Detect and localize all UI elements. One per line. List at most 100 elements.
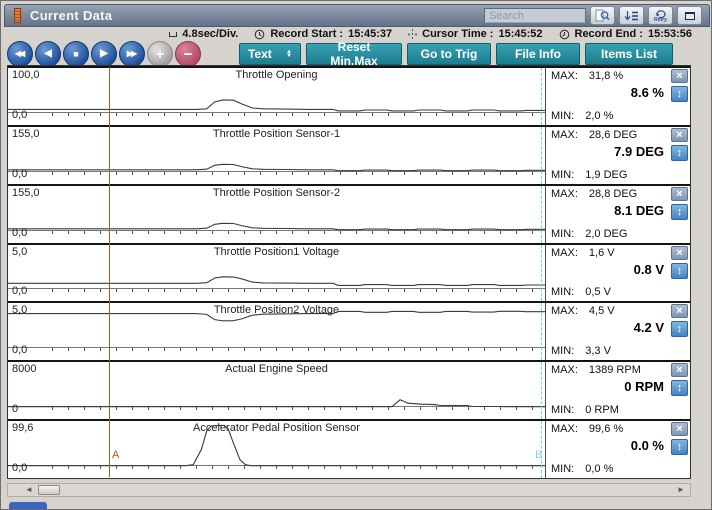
waveform-line [8, 127, 545, 184]
scale-max-label: 5,0 [12, 304, 27, 316]
current-value: 8.6 % [631, 85, 664, 100]
file-info-button[interactable]: File Info [496, 43, 580, 65]
waveform-plot[interactable]: 99,6 Accelerator Pedal Position Sensor 0… [8, 421, 545, 478]
stop-icon: ■ [73, 50, 78, 59]
scale-max-label: 155,0 [12, 187, 40, 199]
scale-max-label: 155,0 [12, 128, 40, 140]
retry-button[interactable]: Retry [648, 6, 673, 25]
close-channel-button[interactable]: × [671, 246, 688, 260]
play-icon: ▶ [100, 49, 108, 59]
max-value: 28,8 DEG [589, 188, 637, 200]
scale-max-label: 99,6 [12, 422, 33, 434]
scale-updown-button[interactable]: ↕ [671, 86, 688, 102]
go-to-trig-button[interactable]: Go to Trig [407, 43, 491, 65]
scale-min-label: 0,0 [12, 344, 27, 356]
min-value: 3,3 V [585, 345, 611, 357]
item-list-button[interactable] [619, 6, 644, 25]
channel-row: 155,0 Throttle Position Sensor-2 0,0 MAX… [8, 184, 690, 243]
display-mode-label: Text [248, 47, 272, 61]
stop-button[interactable]: ■ [63, 41, 89, 67]
channel-stats-panel: MAX: 1389 RPM 0 RPM MIN: 0 RPM × ↕ [545, 362, 690, 419]
window-title: Current Data [30, 8, 112, 23]
waveform-plot[interactable]: 5,0 Throttle Position1 Voltage 0,0 [8, 245, 545, 302]
channel-stats-panel: MAX: 28,8 DEG 8.1 DEG MIN: 2,0 DEG × ↕ [545, 186, 690, 243]
cursor-b-line[interactable] [541, 362, 542, 419]
channel-stats-panel: MAX: 1,6 V 0.8 V MIN: 0,5 V × ↕ [545, 245, 690, 302]
step-back-button[interactable]: ◀ [35, 41, 61, 67]
horizontal-scrollbar[interactable]: ◄ ► [7, 483, 691, 497]
maximize-icon [685, 12, 695, 20]
waveform-plot[interactable]: 100,0 Throttle Opening 0,0 [8, 68, 545, 125]
close-channel-button[interactable]: × [671, 128, 688, 142]
max-label: MAX: [551, 70, 578, 82]
waveform-line [8, 303, 545, 360]
search-button[interactable] [590, 6, 615, 25]
scale-max-label: 5,0 [12, 246, 27, 258]
cursor-b-line[interactable] [541, 245, 542, 302]
channel-stats-panel: MAX: 99,6 % 0.0 % MIN: 0,0 % × ↕ [545, 421, 690, 478]
waveform-line [8, 68, 545, 125]
scale-max-label: 100,0 [12, 69, 40, 81]
spinner-icon: ▲▼ [286, 50, 292, 58]
channel-row: 8000 Actual Engine Speed 0 MAX: 1389 RPM… [8, 360, 690, 419]
clock-icon [254, 29, 265, 40]
rewind-button[interactable]: ◀◀ [7, 41, 33, 67]
search-icon [595, 9, 610, 22]
min-label: MIN: [551, 345, 574, 357]
maximize-button[interactable] [677, 6, 702, 25]
scale-updown-button[interactable]: ↕ [671, 263, 688, 279]
scale-min-label: 0,0 [12, 462, 27, 474]
channel-buttons: × ↕ [671, 69, 689, 102]
min-label: MIN: [551, 228, 574, 240]
zoom-in-button[interactable]: + [147, 41, 173, 67]
cursor-time-label: Cursor Time : [422, 28, 493, 40]
scroll-left-arrow[interactable]: ◄ [22, 484, 36, 496]
scale-updown-button[interactable]: ↕ [671, 204, 688, 220]
min-value: 2,0 % [585, 110, 613, 122]
close-channel-button[interactable]: × [671, 187, 688, 201]
search-input[interactable] [484, 8, 586, 23]
close-channel-button[interactable]: × [671, 363, 688, 377]
min-value: 0,5 V [585, 286, 611, 298]
waveform-plot[interactable]: 155,0 Throttle Position Sensor-1 0,0 [8, 127, 545, 184]
close-channel-button[interactable]: × [671, 304, 688, 318]
channel-stats-panel: MAX: 31,8 % 8.6 % MIN: 2,0 % × ↕ [545, 68, 690, 125]
fast-forward-button[interactable]: ▶▶ [119, 41, 145, 67]
zoom-out-button[interactable]: − [175, 41, 201, 67]
current-value: 7.9 DEG [614, 144, 664, 159]
display-mode-select[interactable]: Text ▲▼ [239, 43, 301, 65]
channel-row: 5,0 Throttle Position1 Voltage 0,0 MAX: … [8, 243, 690, 302]
list-icon [624, 10, 639, 22]
cursor-b-line[interactable] [541, 186, 542, 243]
channel-row: 155,0 Throttle Position Sensor-1 0,0 MAX… [8, 125, 690, 184]
current-value: 0.8 V [634, 262, 664, 277]
cursor-b-line[interactable] [541, 303, 542, 360]
scale-updown-button[interactable]: ↕ [671, 145, 688, 161]
waveform-line [8, 362, 545, 419]
cursor-b-line[interactable] [541, 68, 542, 125]
waveform-plot[interactable]: 8000 Actual Engine Speed 0 [8, 362, 545, 419]
current-value: 0.0 % [631, 438, 664, 453]
scroll-right-arrow[interactable]: ► [674, 484, 688, 496]
scale-updown-button[interactable]: ↕ [671, 321, 688, 337]
scale-updown-button[interactable]: ↕ [671, 380, 688, 396]
cursor-b-label: B [535, 449, 542, 461]
cursor-a-line[interactable] [109, 67, 110, 477]
scale-min-label: 0 [12, 403, 18, 415]
waveform-plot[interactable]: 5,0 Throttle Position2 Voltage 0,0 [8, 303, 545, 360]
close-channel-button[interactable]: × [671, 69, 688, 83]
current-value: 0 RPM [624, 379, 664, 394]
cursor-time-icon [408, 29, 417, 40]
current-data-window: Current Data [0, 0, 712, 510]
waveform-plot[interactable]: 155,0 Throttle Position Sensor-2 0,0 [8, 186, 545, 243]
items-list-button[interactable]: Items List [585, 43, 673, 65]
scale-updown-button[interactable]: ↕ [671, 439, 688, 455]
cursor-a-label: A [112, 449, 119, 461]
close-channel-button[interactable]: × [671, 422, 688, 436]
scrollbar-thumb[interactable] [38, 485, 60, 495]
retry-label: Retry [654, 18, 667, 22]
min-label: MIN: [551, 404, 574, 416]
reset-minmax-button[interactable]: Reset Min.Max [306, 43, 402, 65]
cursor-b-line[interactable] [541, 127, 542, 184]
play-button[interactable]: ▶ [91, 41, 117, 67]
